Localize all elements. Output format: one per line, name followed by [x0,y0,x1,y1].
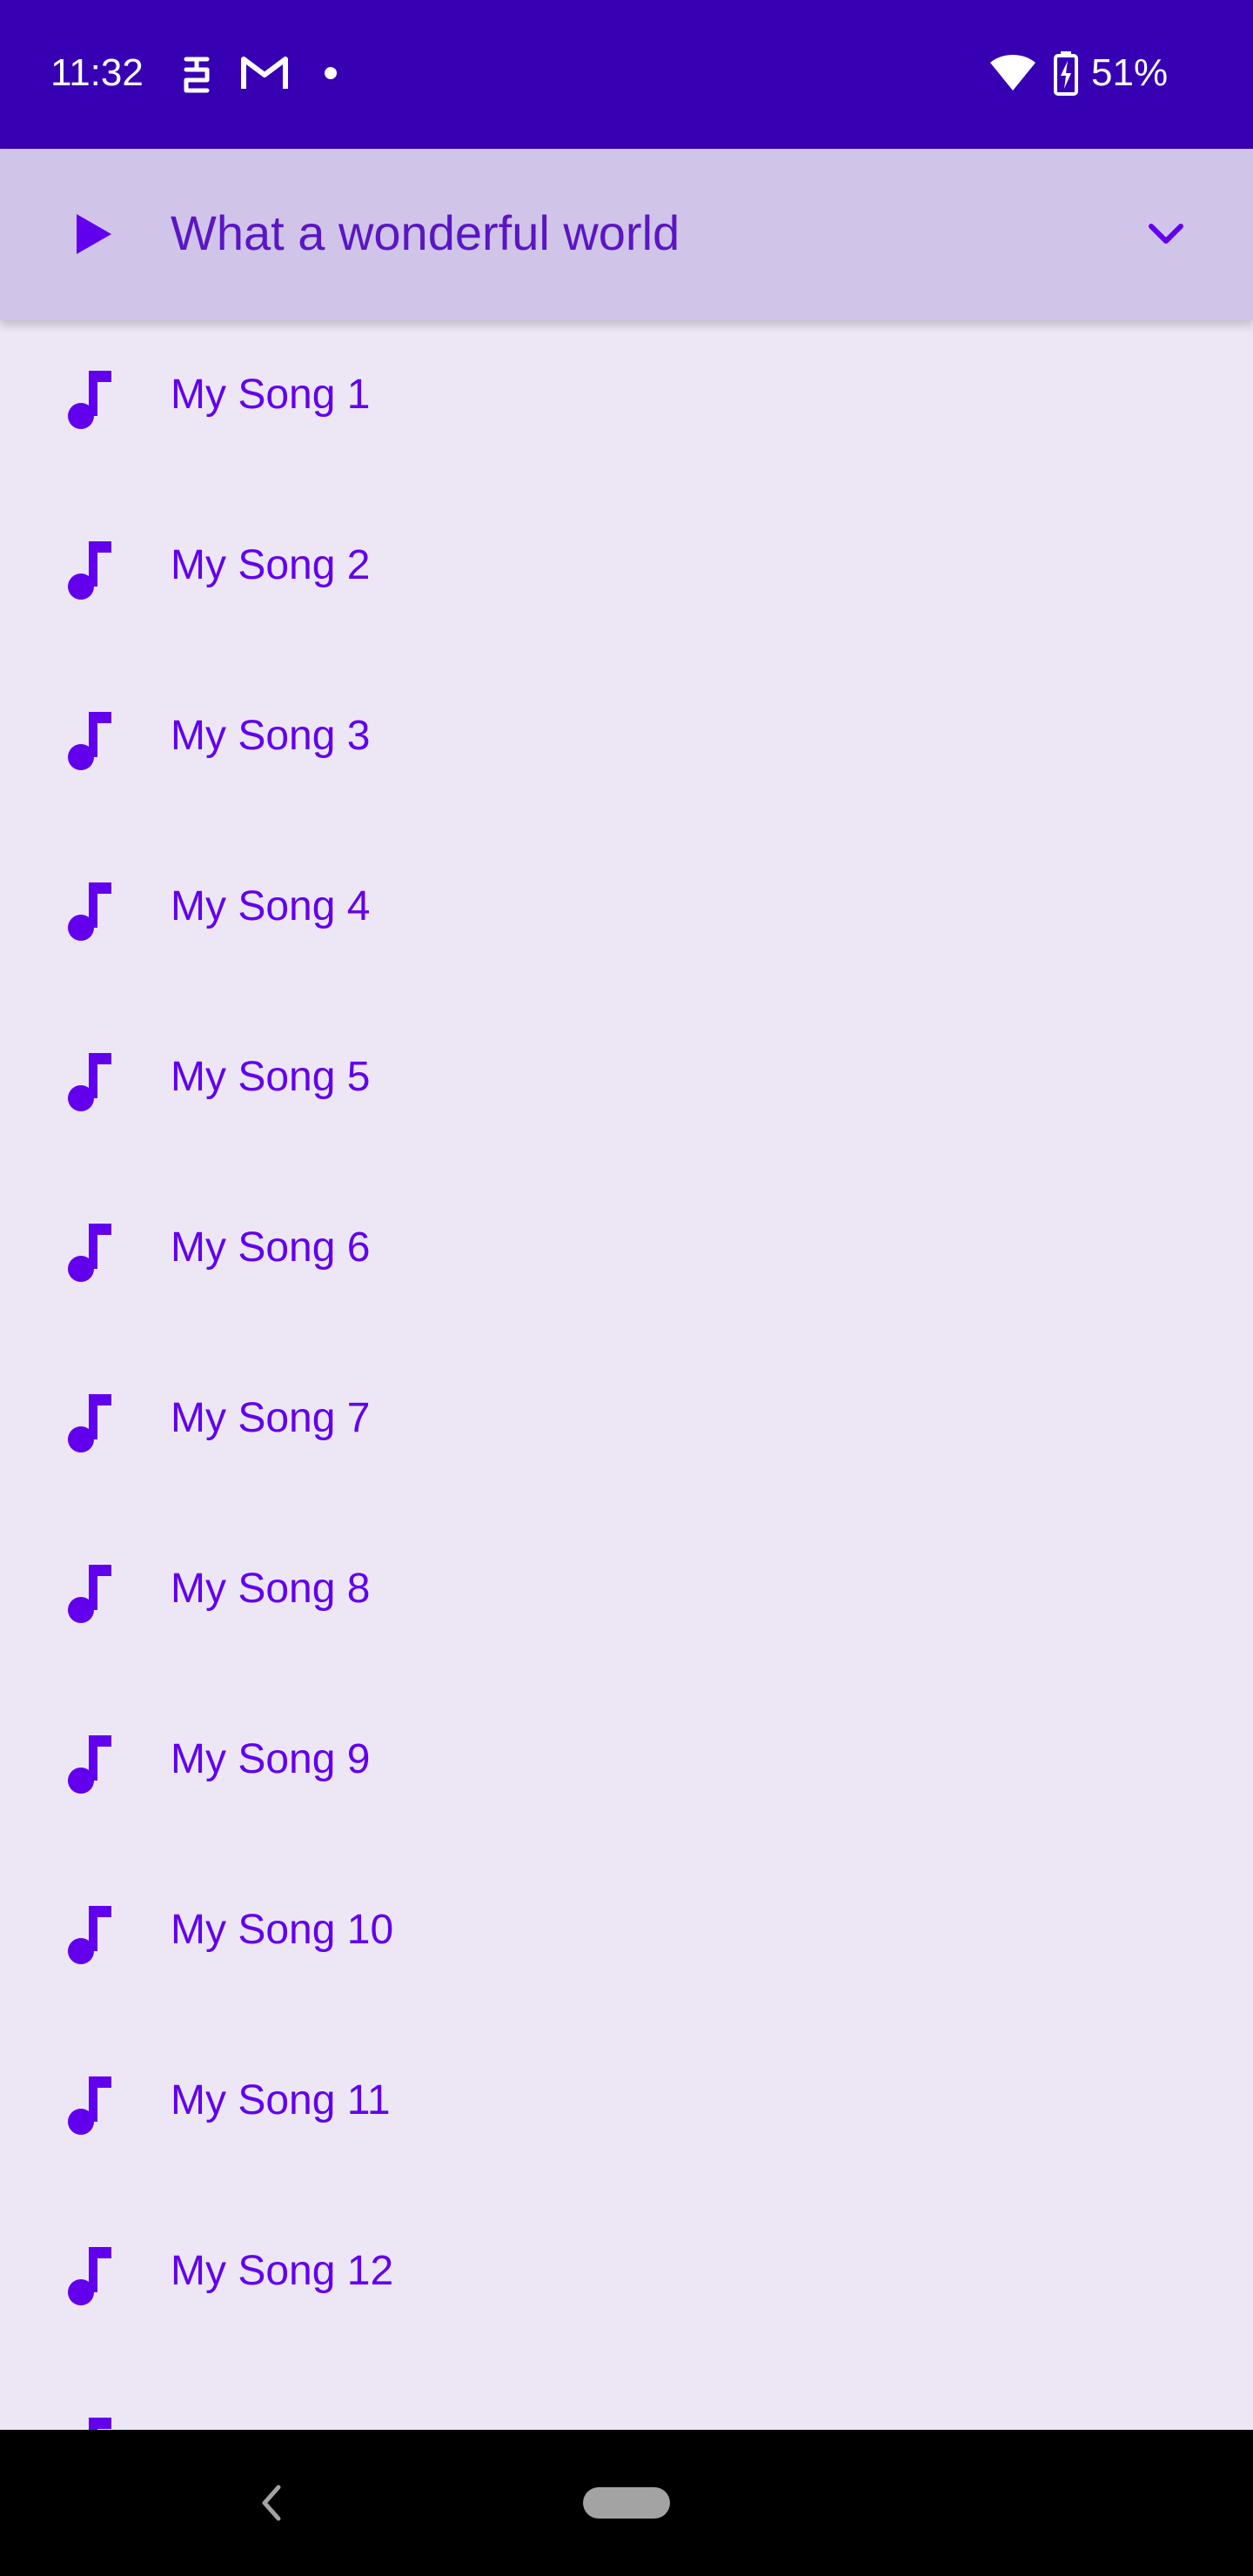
battery-charging-icon [1054,51,1078,96]
music-note-icon [68,1224,111,1282]
now-playing-title: What a wonderful world [171,205,680,260]
status-bar: 11:32 51% [0,0,1253,149]
song-title: My Song 12 [171,2248,394,2294]
song-title: My Song 5 [171,1054,371,1100]
song-title: My Song 10 [171,1907,394,1953]
chevron-down-icon [1149,224,1183,244]
song-list-item[interactable]: My Song 7 [0,1335,1253,1506]
song-list-item[interactable]: My Song 3 [0,653,1253,823]
music-note-icon [68,371,111,429]
song-title: My Song 2 [171,542,371,588]
notification-dot-icon [325,67,337,79]
music-note-icon [68,2076,111,2135]
song-title: My Song 11 [171,2077,391,2123]
music-note-icon [68,1735,111,1794]
song-list-item[interactable]: My Song 10 [0,1847,1253,2017]
music-note-icon [68,1053,111,1111]
music-note-icon [68,541,111,600]
song-list-item[interactable]: My Song 5 [0,994,1253,1164]
music-note-icon [89,2418,111,2430]
wifi-icon [990,55,1035,91]
song-title: My Song 7 [171,1395,371,1441]
song-list-item[interactable]: My Song 6 [0,1164,1253,1335]
song-list-item[interactable]: My Song 4 [0,823,1253,994]
song-list-item[interactable]: My Song 2 [0,482,1253,653]
music-note-icon [68,1394,111,1452]
home-pill[interactable] [583,2487,670,2519]
gmail-icon [241,57,288,89]
collapse-button[interactable] [1131,199,1201,269]
song-list-item[interactable]: My Song 11 [0,2017,1253,2188]
music-note-icon [68,712,111,770]
song-title: My Song 1 [171,372,371,418]
song-title: My Song 6 [171,1224,371,1271]
status-time: 11:32 [50,51,144,94]
music-note-icon [68,1565,111,1623]
now-playing-bar[interactable]: What a wonderful world [0,149,1253,320]
battery-percentage: 51% [1091,51,1169,94]
song-title: My Song 9 [171,1736,371,1782]
song-list-item[interactable] [0,2358,1253,2430]
music-note-icon [68,1906,111,1964]
song-list-item[interactable]: My Song 12 [0,2188,1253,2358]
song-list[interactable]: My Song 1 My Song 2 My Song 3 My Song 4 … [0,320,1253,2430]
song-title: My Song 4 [171,883,371,929]
play-button[interactable] [59,199,129,269]
song-list-item[interactable]: My Song 1 [0,320,1253,482]
song-title: My Song 3 [171,713,371,759]
song-list-item[interactable]: My Song 9 [0,1676,1253,1847]
song-list-item[interactable]: My Song 8 [0,1506,1253,1676]
back-icon[interactable] [252,2482,291,2524]
music-note-icon [68,882,111,941]
play-icon [77,214,111,254]
vpn-key-icon [184,57,210,93]
music-note-icon [68,2247,111,2305]
song-title: My Song 8 [171,1566,371,1612]
